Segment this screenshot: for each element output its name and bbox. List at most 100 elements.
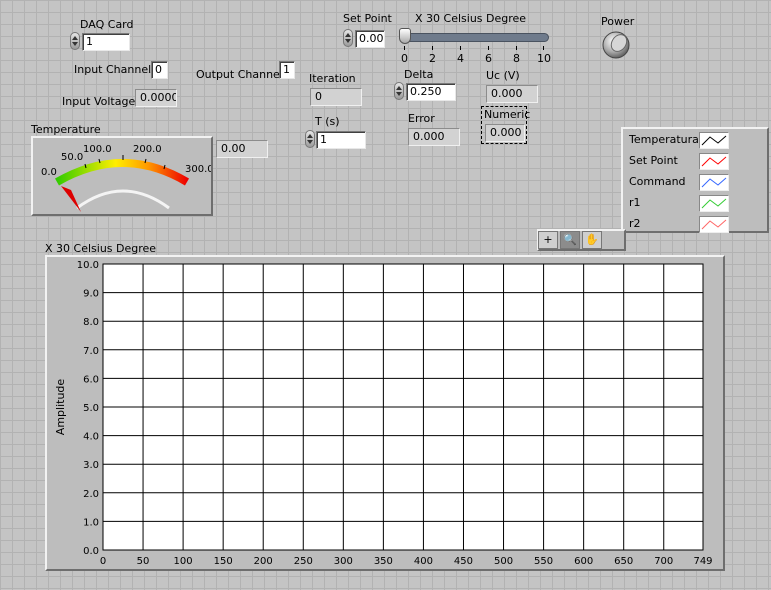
plot-legend: Temperatura Set Point Command r1 r2 (621, 127, 769, 233)
x-tick-label: 700 (654, 556, 673, 567)
y-tick-label: 5.0 (83, 403, 99, 414)
y-tick-label: 3.0 (83, 460, 99, 471)
input-channel-input[interactable]: 0 (151, 61, 168, 79)
y-tick-label: 0.0 (83, 546, 99, 557)
y-tick-label: 10.0 (77, 260, 99, 271)
x-tick-label: 650 (614, 556, 633, 567)
legend-item-r2[interactable]: r2 (629, 217, 641, 230)
x-tick-label: 550 (534, 556, 553, 567)
input-voltage-label: Input Voltage (62, 95, 136, 108)
legend-item-command[interactable]: Command (629, 175, 686, 188)
temperature-label: Temperature (31, 123, 101, 136)
waveform-chart[interactable]: 0 50 100 150 200 250 300 350 400 450 500 550 600 650 7… (47, 257, 723, 569)
legend-item-set-point[interactable]: Set Point (629, 154, 678, 167)
x-tick-label: 300 (334, 556, 353, 567)
x-tick-label: 0 (100, 556, 106, 567)
gauge-scale-label-50: 50.0 (61, 152, 83, 163)
slider-tick-label-10: 10 (537, 52, 551, 65)
legend-item-temperatura[interactable]: Temperatura (629, 133, 699, 146)
legend-label: Temperatura (629, 133, 699, 146)
x-tick-label: 500 (494, 556, 513, 567)
waveform-chart-frame: 0 50 100 150 200 250 300 350 400 450 500 550 600 650 7… (45, 255, 725, 571)
input-channel-label: Input Channel (74, 63, 152, 76)
x-tick-label: 150 (214, 556, 233, 567)
slider-ticks (404, 46, 544, 51)
slider-tick-label-6: 6 (485, 52, 492, 65)
delta-input[interactable]: 0.250 (406, 83, 456, 101)
error-indicator: 0.000 (408, 128, 460, 146)
y-tick-label: 8.0 (83, 317, 99, 328)
uc-indicator: 0.000 (486, 85, 538, 103)
x-tick-label: 600 (574, 556, 593, 567)
y-tick-label: 1.0 (83, 517, 99, 528)
gauge-scale-label-0: 0.0 (41, 167, 57, 178)
power-knob[interactable] (601, 30, 631, 60)
t-s-input[interactable]: 1 (316, 131, 366, 149)
error-label: Error (408, 112, 435, 125)
x-tick-label: 200 (254, 556, 273, 567)
y-tick-label: 7.0 (83, 346, 99, 357)
y-axis-label: Amplitude (54, 379, 67, 436)
legend-swatch-temperatura[interactable] (699, 132, 729, 149)
gauge-scale-label-100: 100.0 (83, 144, 112, 155)
output-channel-label: Output Channel (196, 68, 283, 81)
legend-item-r1[interactable]: r1 (629, 196, 641, 209)
legend-swatch-command[interactable] (699, 174, 729, 191)
daq-card-input[interactable]: 1 (82, 33, 130, 51)
gauge-dial: 0.0 50.0 100.0 200.0 300.0 (41, 144, 214, 212)
slider-label: X 30 Celsius Degree (415, 12, 527, 25)
power-label: Power (601, 15, 635, 28)
x-tick-label: 350 (374, 556, 393, 567)
x-tick-label: 749 (693, 556, 712, 567)
slider-tick-label-4: 4 (457, 52, 464, 65)
t-s-label: T (s) (315, 115, 340, 128)
gauge-hub-arc (76, 189, 170, 210)
legend-swatch-r2[interactable] (699, 216, 729, 233)
zoom-tool[interactable]: 🔍 (560, 231, 580, 249)
set-point-spinner[interactable] (343, 29, 353, 47)
input-voltage-indicator: 0.0000 (135, 89, 177, 107)
numeric-label: Numeric (484, 108, 531, 121)
uc-label: Uc (V) (486, 69, 520, 82)
slider-track[interactable] (403, 33, 549, 42)
temperature-readout: 0.00 (216, 140, 268, 158)
set-point-input[interactable]: 0.00 (355, 30, 385, 48)
legend-swatch-r1[interactable] (699, 195, 729, 212)
y-tick-label: 6.0 (83, 374, 99, 385)
gauge-scale-label-200: 200.0 (133, 144, 162, 155)
legend-label: r1 (629, 196, 641, 209)
legend-label: Set Point (629, 154, 678, 167)
slider-tick-label-8: 8 (513, 52, 520, 65)
slider-thumb[interactable] (399, 28, 411, 44)
iteration-label: Iteration (309, 72, 356, 85)
daq-card-spinner[interactable] (70, 32, 80, 50)
cursor-move-tool[interactable]: + (538, 231, 558, 249)
t-s-spinner[interactable] (305, 130, 315, 148)
delta-spinner[interactable] (394, 82, 404, 100)
x-tick-label: 400 (414, 556, 433, 567)
x-tick-label: 50 (137, 556, 150, 567)
legend-swatch-set-point[interactable] (699, 153, 729, 170)
graph-palette: + 🔍 ✋ (537, 229, 626, 251)
daq-card-label: DAQ Card (80, 18, 134, 31)
x-tick-label: 250 (294, 556, 313, 567)
y-tick-label: 4.0 (83, 432, 99, 443)
gauge-color-arc (55, 159, 190, 186)
slider-tick-label-2: 2 (429, 52, 436, 65)
temperature-gauge: 0.0 50.0 100.0 200.0 300.0 (31, 136, 214, 216)
pan-tool[interactable]: ✋ (582, 231, 602, 249)
set-point-label: Set Point (343, 12, 392, 25)
legend-label: Command (629, 175, 686, 188)
chart-title: X 30 Celsius Degree (45, 242, 157, 255)
output-channel-input[interactable]: 1 (279, 61, 295, 79)
y-tick-label: 9.0 (83, 289, 99, 300)
iteration-indicator: 0 (310, 88, 362, 106)
x-tick-label: 450 (454, 556, 473, 567)
numeric-indicator: 0.000 (485, 124, 525, 142)
power-knob-icon (602, 31, 630, 59)
legend-label: r2 (629, 217, 641, 230)
gauge-scale-label-300: 300.0 (185, 164, 211, 175)
delta-label: Delta (404, 68, 434, 81)
y-tick-label: 2.0 (83, 489, 99, 500)
x-tick-label: 100 (174, 556, 193, 567)
